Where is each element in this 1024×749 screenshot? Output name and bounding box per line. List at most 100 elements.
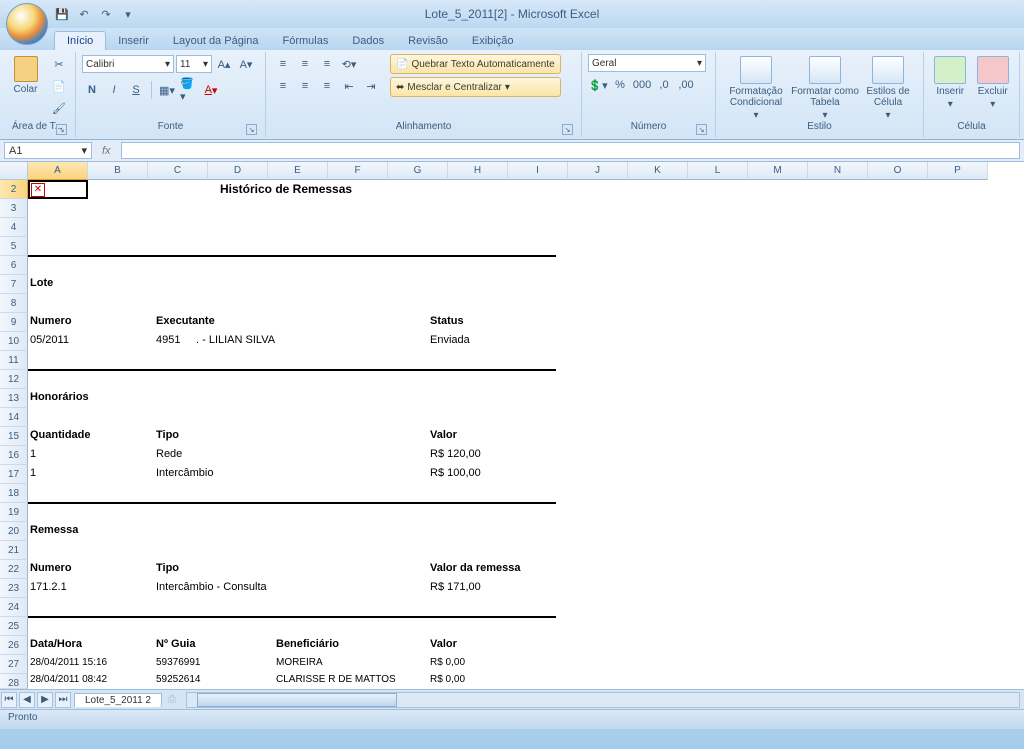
col-header[interactable]: M: [748, 162, 808, 180]
fill-color-button[interactable]: 🪣▾: [179, 80, 199, 100]
increase-decimal[interactable]: ,0: [654, 75, 674, 95]
col-header[interactable]: J: [568, 162, 628, 180]
col-header[interactable]: N: [808, 162, 868, 180]
sheet-nav-first[interactable]: ⏮: [1, 692, 17, 708]
row-header[interactable]: 15: [0, 427, 28, 446]
align-top[interactable]: ≡: [272, 54, 294, 74]
row-header[interactable]: 12: [0, 370, 28, 389]
fx-icon[interactable]: fx: [96, 145, 117, 157]
row-header[interactable]: 5: [0, 237, 28, 256]
scroll-thumb[interactable]: [197, 693, 397, 707]
row-header[interactable]: 26: [0, 636, 28, 655]
copy-button[interactable]: 📄: [49, 76, 69, 96]
row-header[interactable]: 11: [0, 351, 28, 370]
format-as-table[interactable]: Formatar como Tabela▾: [790, 54, 860, 121]
col-header[interactable]: A: [28, 162, 88, 180]
row-header[interactable]: 19: [0, 503, 28, 522]
bold-button[interactable]: N: [82, 80, 102, 100]
percent-button[interactable]: %: [610, 75, 630, 95]
align-launcher[interactable]: ↘: [562, 124, 573, 135]
row-header[interactable]: 17: [0, 465, 28, 484]
currency-button[interactable]: 💲▾: [588, 75, 608, 95]
merge-center-button[interactable]: ⬌Mesclar e Centralizar▾: [390, 77, 561, 97]
row-header[interactable]: 27: [0, 655, 28, 674]
row-header[interactable]: 14: [0, 408, 28, 427]
new-sheet-button[interactable]: ⎙: [162, 694, 182, 705]
number-format-combo[interactable]: Geral▾: [588, 54, 706, 72]
tab-layout[interactable]: Layout da Página: [161, 32, 271, 50]
cell-grid[interactable]: ✕ Histórico de Remessas Lote Numero Exec…: [28, 180, 1024, 689]
shrink-font-button[interactable]: A▾: [236, 54, 256, 74]
row-header[interactable]: 21: [0, 541, 28, 560]
office-button[interactable]: [6, 3, 48, 45]
col-header[interactable]: L: [688, 162, 748, 180]
tab-inserir[interactable]: Inserir: [106, 32, 161, 50]
delete-cells[interactable]: Excluir▾: [973, 54, 1014, 110]
row-header[interactable]: 20: [0, 522, 28, 541]
row-header[interactable]: 9: [0, 313, 28, 332]
insert-cells[interactable]: Inserir▾: [930, 54, 971, 110]
decrease-decimal[interactable]: ,00: [676, 75, 696, 95]
qat-redo[interactable]: ↷: [98, 6, 114, 22]
col-header[interactable]: G: [388, 162, 448, 180]
row-header[interactable]: 3: [0, 199, 28, 218]
tab-revisao[interactable]: Revisão: [396, 32, 460, 50]
font-color-button[interactable]: A▾: [201, 80, 221, 100]
italic-button[interactable]: I: [104, 80, 124, 100]
qat-customize[interactable]: ▾: [120, 6, 136, 22]
formula-input[interactable]: [121, 142, 1020, 159]
paste-button[interactable]: Colar: [6, 54, 45, 95]
align-left[interactable]: ≡: [272, 76, 294, 96]
align-bottom[interactable]: ≡: [316, 54, 338, 74]
increase-indent[interactable]: ⇥: [360, 76, 382, 96]
format-painter-button[interactable]: 🖌: [49, 98, 69, 118]
col-header[interactable]: H: [448, 162, 508, 180]
align-right[interactable]: ≡: [316, 76, 338, 96]
row-header[interactable]: 28: [0, 674, 28, 689]
cell-styles[interactable]: Estilos de Célula▾: [860, 54, 916, 121]
font-size-combo[interactable]: 11▾: [176, 55, 212, 73]
col-header[interactable]: P: [928, 162, 988, 180]
col-header[interactable]: I: [508, 162, 568, 180]
conditional-formatting[interactable]: Formatação Condicional▾: [722, 54, 790, 121]
row-header[interactable]: 24: [0, 598, 28, 617]
row-header[interactable]: 22: [0, 560, 28, 579]
col-header[interactable]: D: [208, 162, 268, 180]
wrap-text-button[interactable]: 📄Quebrar Texto Automaticamente: [390, 54, 561, 74]
col-header[interactable]: C: [148, 162, 208, 180]
qat-save[interactable]: 💾: [54, 6, 70, 22]
align-middle[interactable]: ≡: [294, 54, 316, 74]
row-header[interactable]: 18: [0, 484, 28, 503]
sheet-nav-next[interactable]: ▶: [37, 692, 53, 708]
col-header[interactable]: E: [268, 162, 328, 180]
tab-inicio[interactable]: Início: [54, 31, 106, 50]
font-family-combo[interactable]: Calibri▾: [82, 55, 174, 73]
select-all-corner[interactable]: [0, 162, 28, 180]
row-header[interactable]: 10: [0, 332, 28, 351]
tab-dados[interactable]: Dados: [340, 32, 396, 50]
grow-font-button[interactable]: A▴: [214, 54, 234, 74]
row-header[interactable]: 7: [0, 275, 28, 294]
sheet-tab[interactable]: Lote_5_2011 2: [74, 693, 162, 707]
row-header[interactable]: 13: [0, 389, 28, 408]
borders-button[interactable]: ▦▾: [157, 80, 177, 100]
horizontal-scrollbar[interactable]: [186, 692, 1020, 708]
row-header[interactable]: 25: [0, 617, 28, 636]
tab-exibicao[interactable]: Exibição: [460, 32, 526, 50]
tab-formulas[interactable]: Fórmulas: [271, 32, 341, 50]
clipboard-launcher[interactable]: ↘: [56, 124, 67, 135]
row-header[interactable]: 2: [0, 180, 28, 199]
underline-button[interactable]: S: [126, 80, 146, 100]
sheet-nav-last[interactable]: ⏭: [55, 692, 71, 708]
row-header[interactable]: 8: [0, 294, 28, 313]
align-center[interactable]: ≡: [294, 76, 316, 96]
row-header[interactable]: 4: [0, 218, 28, 237]
col-header[interactable]: F: [328, 162, 388, 180]
row-header[interactable]: 23: [0, 579, 28, 598]
col-header[interactable]: K: [628, 162, 688, 180]
number-launcher[interactable]: ↘: [696, 124, 707, 135]
col-header[interactable]: O: [868, 162, 928, 180]
row-header[interactable]: 6: [0, 256, 28, 275]
decrease-indent[interactable]: ⇤: [338, 76, 360, 96]
qat-undo[interactable]: ↶: [76, 6, 92, 22]
